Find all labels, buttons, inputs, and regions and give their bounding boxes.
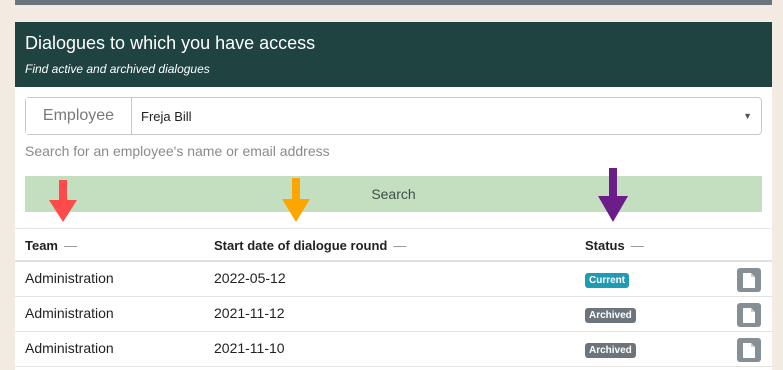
dialogues-panel: Dialogues to which you have access Find …: [15, 22, 772, 370]
status-badge: Current: [585, 273, 630, 288]
document-button[interactable]: [737, 338, 761, 362]
caret-down-icon: ▼: [743, 111, 752, 121]
document-icon: [743, 272, 755, 288]
document-button[interactable]: [737, 268, 761, 292]
table-row: Administration 2021-11-10 Archived: [15, 332, 772, 367]
table-header: Team — Start date of dialogue round — Stat…: [15, 228, 772, 262]
status-badge: Archived: [585, 308, 636, 323]
employee-label: Employee: [26, 98, 132, 134]
panel-header: Dialogues to which you have access Find …: [15, 22, 772, 87]
top-bar: [15, 0, 772, 5]
team-cell: Administration: [25, 340, 114, 356]
arrow-down-icon-orange: [282, 178, 310, 222]
start-date-cell: 2021-11-12: [214, 305, 285, 321]
column-header-team[interactable]: Team —: [25, 238, 77, 253]
column-header-status[interactable]: Status —: [585, 238, 644, 253]
team-cell: Administration: [25, 305, 114, 321]
table-row: Administration 2021-11-12 Archived: [15, 297, 772, 332]
sort-icon: —: [64, 238, 77, 253]
table-row: Administration 2022-05-12 Current: [15, 262, 772, 297]
panel-title: Dialogues to which you have access: [25, 33, 316, 53]
employee-value: Freja Bill: [141, 108, 192, 124]
document-button[interactable]: [737, 303, 761, 327]
sort-icon: —: [630, 238, 644, 253]
sort-icon: —: [393, 238, 407, 253]
team-cell: Administration: [25, 270, 114, 286]
document-icon: [743, 307, 755, 323]
column-header-start-date[interactable]: Start date of dialogue round —: [214, 238, 406, 253]
start-date-cell: 2022-05-12: [214, 270, 286, 286]
arrow-down-icon-purple: [598, 168, 628, 222]
arrow-down-icon-red: [49, 180, 77, 222]
panel-subtitle: Find active and archived dialogues: [25, 62, 210, 76]
start-date-cell: 2021-11-10: [214, 340, 285, 356]
document-icon: [743, 342, 755, 358]
employee-input-group: Employee Freja Bill ▼: [25, 97, 762, 135]
status-badge: Archived: [585, 343, 636, 358]
employee-help-text: Search for an employee's name or email a…: [25, 143, 330, 159]
search-button[interactable]: Search: [25, 176, 762, 212]
employee-select[interactable]: Freja Bill ▼: [132, 98, 761, 134]
